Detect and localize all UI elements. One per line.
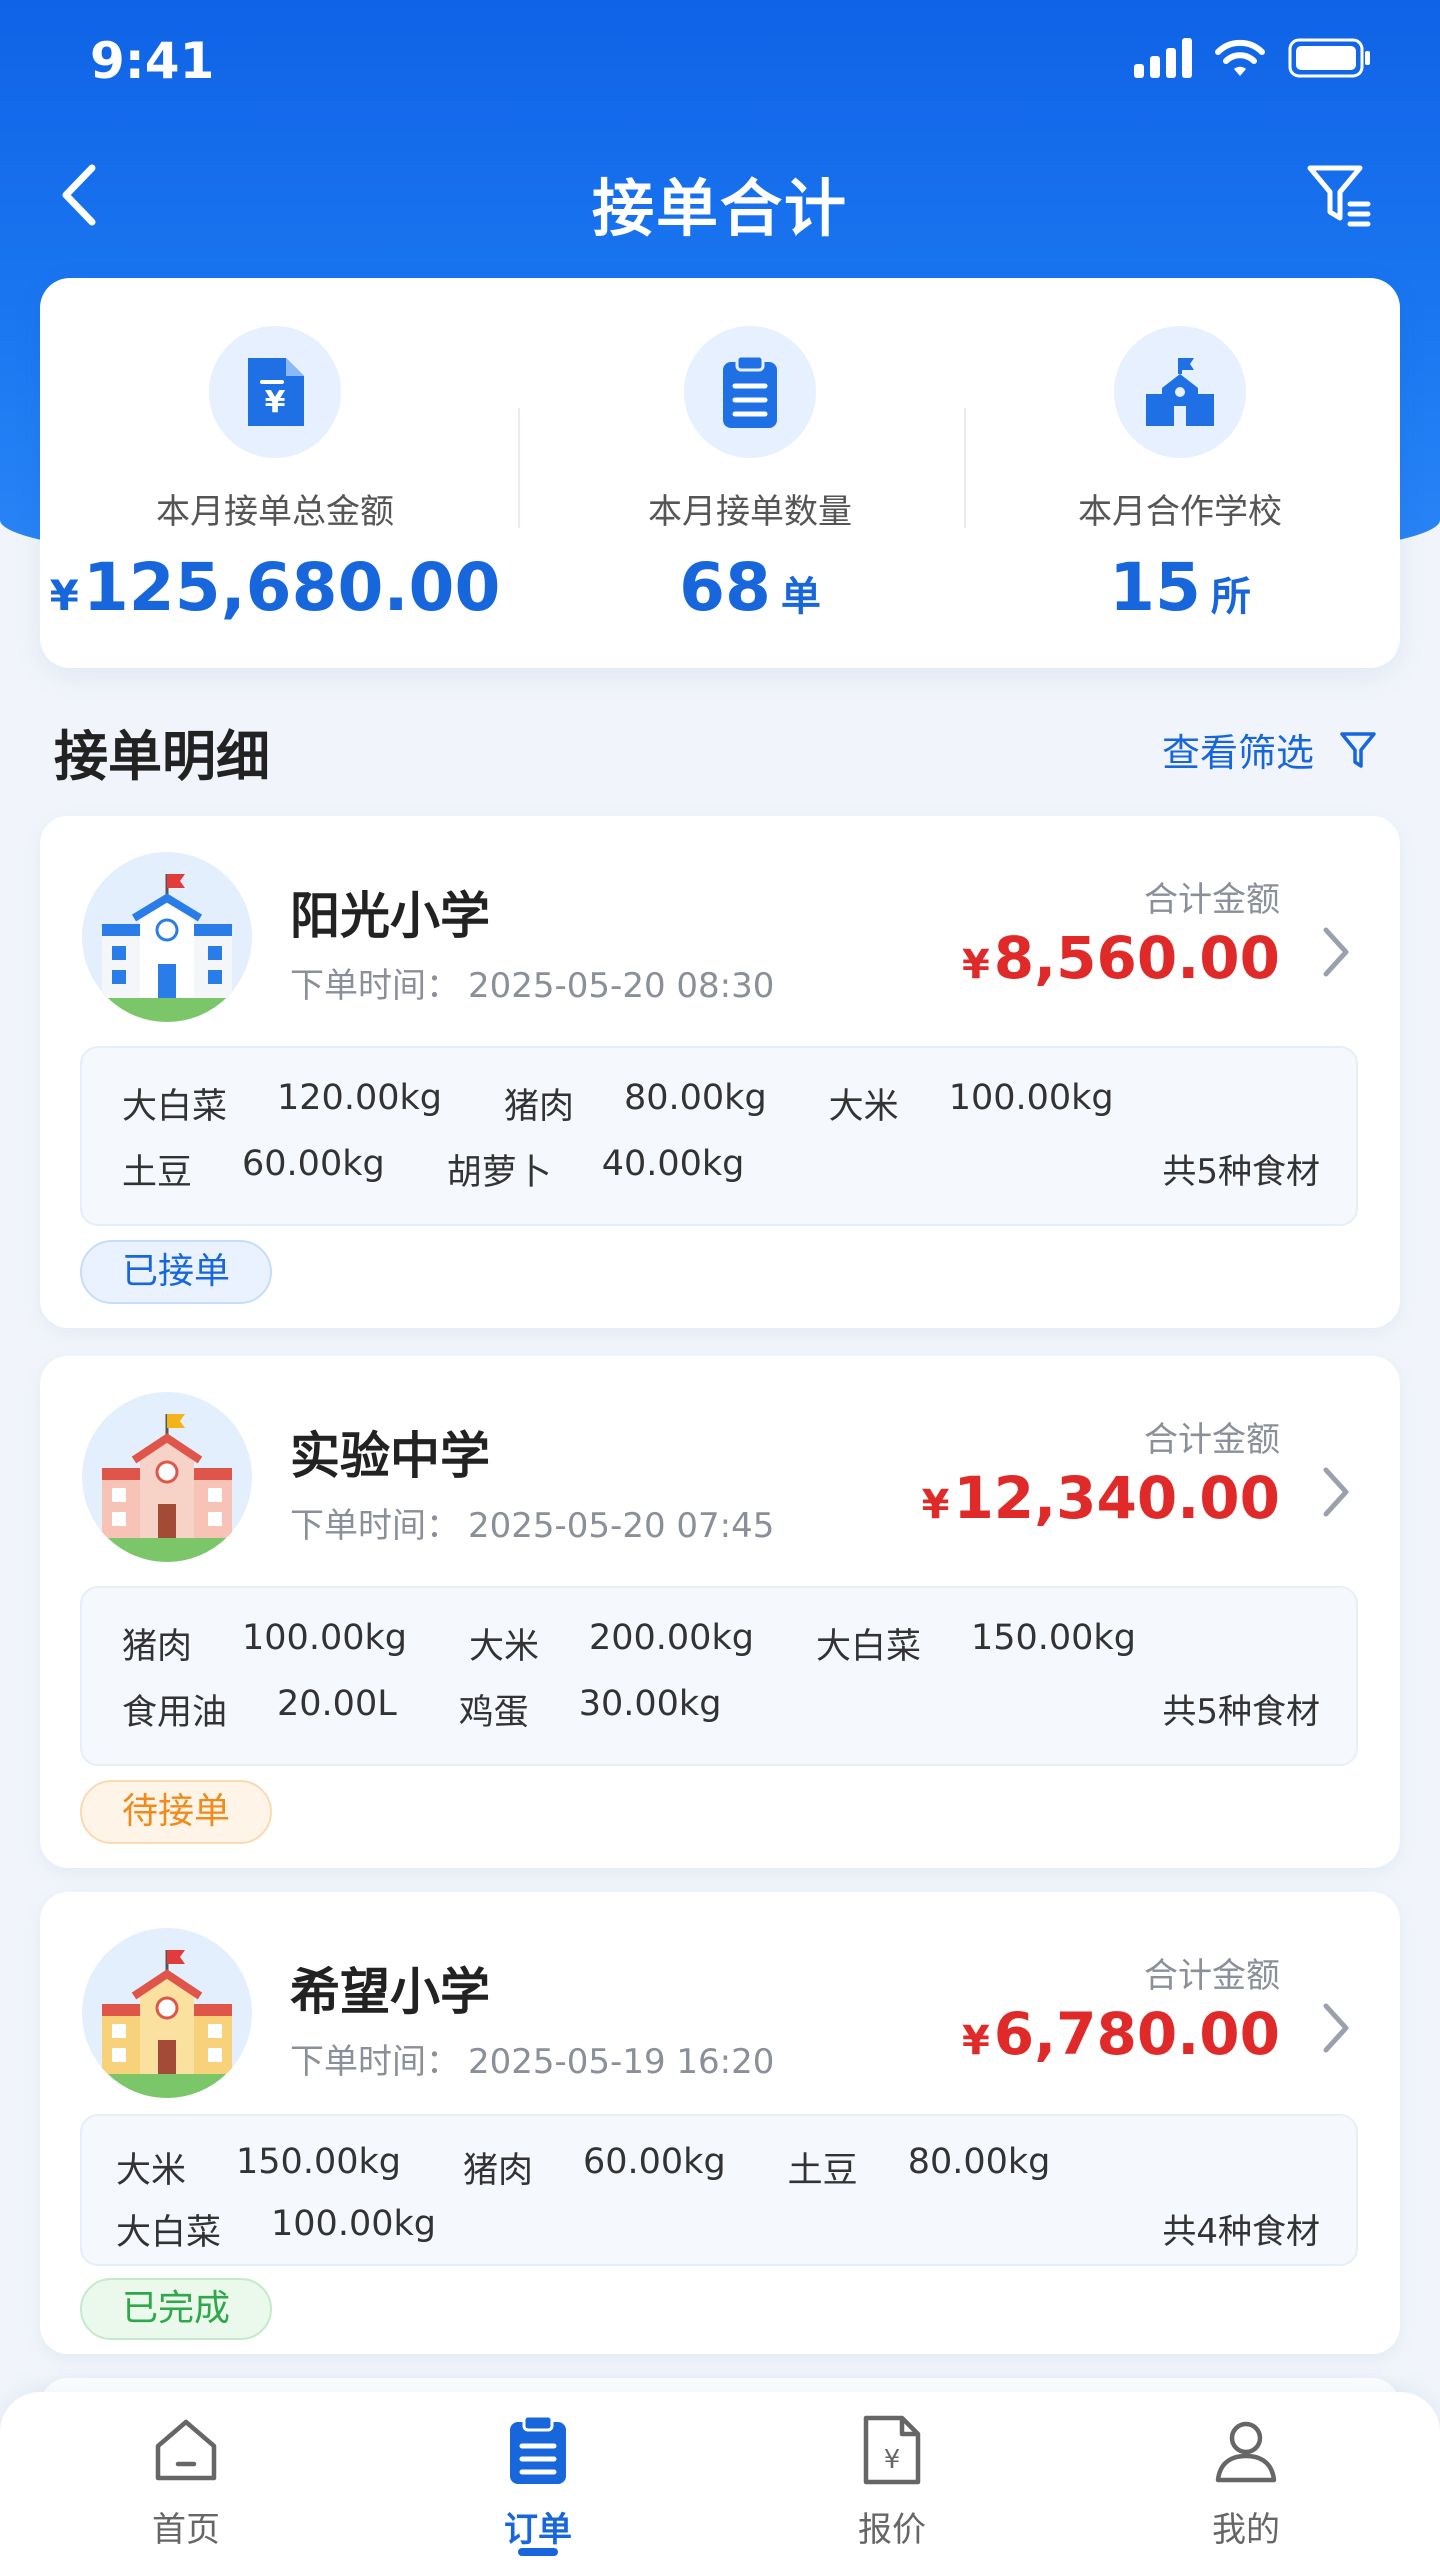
status-time: 9:41 bbox=[90, 32, 215, 90]
summary-amount: ¥ 本月接单总金额 ¥125,680.00 bbox=[40, 278, 510, 668]
tab-home-label: 首页 bbox=[152, 2510, 220, 2550]
ingredient-item: 大米 100.00kg bbox=[828, 1078, 1114, 1127]
school-illustration-icon bbox=[82, 1950, 252, 2098]
tab-quote[interactable]: ¥ 报价 bbox=[792, 2410, 992, 2551]
ingredient-item: 土豆 80.00kg bbox=[787, 2142, 1051, 2191]
ingredient-item: 大米 150.00kg bbox=[116, 2142, 401, 2191]
school-building-icon bbox=[1114, 326, 1246, 458]
total-label: 合计金额 bbox=[1144, 1420, 1280, 1460]
svg-text:¥: ¥ bbox=[265, 385, 286, 420]
school-illustration-icon bbox=[82, 874, 252, 1022]
order-time: 下单时间： 2025-05-20 08:30 bbox=[290, 966, 775, 1006]
ingredient-item: 胡萝卜 40.00kg bbox=[446, 1144, 745, 1193]
ingredient-list: 大白菜 120.00kg 猪肉 80.00kg 大米 100.00kg 土豆 60.00… bbox=[80, 1046, 1358, 1226]
ingredient-item: 食用油 20.00L bbox=[122, 1684, 397, 1733]
school-avatar bbox=[82, 852, 252, 1022]
tab-home[interactable]: 首页 bbox=[86, 2410, 286, 2551]
ingredient-count: 共5种食材 bbox=[1162, 1692, 1320, 1732]
filter-view-label: 查看筛选 bbox=[1161, 731, 1314, 775]
status-badge: 已完成 bbox=[80, 2278, 273, 2340]
ingredient-row: 大白菜 100.00kg bbox=[116, 2204, 498, 2255]
ingredient-item: 鸡蛋 30.00kg bbox=[458, 1684, 722, 1733]
wifi-icon bbox=[1214, 38, 1266, 78]
ingredient-item: 土豆 60.00kg bbox=[122, 1144, 385, 1193]
svg-text:¥: ¥ bbox=[884, 2445, 901, 2475]
tab-orders-label: 订单 bbox=[504, 2510, 572, 2550]
school-name: 实验中学 bbox=[290, 1427, 490, 1485]
ingredient-item: 猪肉 60.00kg bbox=[462, 2142, 726, 2191]
ingredient-row: 大白菜 120.00kg 猪肉 80.00kg 大米 100.00kg bbox=[122, 1078, 1176, 1129]
order-time: 下单时间： 2025-05-19 16:20 bbox=[290, 2042, 775, 2082]
battery-icon bbox=[1288, 38, 1372, 78]
summary-count: 本月接单数量 68 单 bbox=[520, 278, 980, 668]
school-avatar bbox=[82, 1928, 252, 2098]
ingredient-list: 猪肉 100.00kg 大米 200.00kg 大白菜 150.00kg 食用油 20.… bbox=[80, 1586, 1358, 1766]
filter-view-link[interactable]: 查看筛选 bbox=[1162, 722, 1378, 777]
filter-list-icon bbox=[1307, 165, 1371, 227]
total-label: 合计金额 bbox=[1144, 1956, 1280, 1996]
summary-amount-value: ¥125,680.00 bbox=[49, 549, 501, 626]
ingredient-row: 食用油 20.00L 鸡蛋 30.00kg bbox=[122, 1684, 783, 1735]
navigation-bar: 接单合计 bbox=[0, 140, 1440, 250]
chevron-right-icon[interactable] bbox=[1316, 922, 1356, 982]
order-icon bbox=[498, 2410, 578, 2490]
summary-schools: 本月合作学校 15 所 bbox=[970, 278, 1390, 668]
summary-card: ¥ 本月接单总金额 ¥125,680.00 本月接单数量 68 单 本月合作学校 … bbox=[40, 278, 1400, 668]
total-amount: ¥12,340.00 bbox=[921, 1464, 1280, 1532]
ingredient-item: 大白菜 120.00kg bbox=[122, 1078, 442, 1127]
ingredient-row: 猪肉 100.00kg 大米 200.00kg 大白菜 150.00kg bbox=[122, 1618, 1198, 1669]
tab-quote-label: 报价 bbox=[858, 2510, 926, 2550]
ingredient-count: 共5种食材 bbox=[1162, 1152, 1320, 1192]
tab-profile[interactable]: 我的 bbox=[1146, 2410, 1346, 2551]
summary-schools-label: 本月合作学校 bbox=[1078, 492, 1282, 532]
section-title: 接单明细 bbox=[54, 725, 270, 788]
tab-orders[interactable]: 订单 bbox=[438, 2410, 638, 2551]
quote-icon: ¥ bbox=[852, 2410, 932, 2490]
order-time: 下单时间： 2025-05-20 07:45 bbox=[290, 1506, 775, 1546]
status-icons bbox=[1134, 38, 1372, 78]
school-name: 阳光小学 bbox=[290, 887, 490, 945]
ingredient-row: 大米 150.00kg 猪肉 60.00kg 土豆 80.00kg bbox=[116, 2142, 1112, 2193]
ingredient-item: 大米 200.00kg bbox=[468, 1618, 754, 1667]
status-badge: 已接单 bbox=[80, 1240, 273, 1304]
ingredient-list: 大米 150.00kg 猪肉 60.00kg 土豆 80.00kg 大白菜 100.00… bbox=[80, 2114, 1358, 2266]
summary-divider bbox=[964, 408, 966, 528]
cellular-signal-icon bbox=[1134, 38, 1192, 78]
summary-count-value: 68 单 bbox=[679, 549, 821, 626]
ingredient-item: 大白菜 100.00kg bbox=[116, 2204, 436, 2253]
summary-count-label: 本月接单数量 bbox=[648, 492, 852, 532]
invoice-yuan-icon: ¥ bbox=[209, 326, 341, 458]
ingredient-row: 土豆 60.00kg 胡萝卜 40.00kg bbox=[122, 1144, 806, 1195]
summary-amount-label: 本月接单总金额 bbox=[156, 492, 394, 532]
school-avatar bbox=[82, 1392, 252, 1562]
status-bar: 9:41 bbox=[0, 0, 1440, 120]
summary-schools-value: 15 所 bbox=[1109, 549, 1251, 626]
page-title: 接单合计 bbox=[591, 172, 848, 245]
clipboard-icon bbox=[684, 326, 816, 458]
tab-profile-label: 我的 bbox=[1212, 2510, 1280, 2550]
order-card[interactable]: 实验中学 下单时间： 2025-05-20 07:45 合计金额 ¥12,340.… bbox=[40, 1356, 1400, 1868]
ingredient-item: 猪肉 80.00kg bbox=[503, 1078, 767, 1127]
ingredient-item: 大白菜 150.00kg bbox=[815, 1618, 1136, 1667]
active-tab-indicator bbox=[518, 2548, 558, 2556]
total-amount: ¥6,780.00 bbox=[961, 2000, 1280, 2068]
home-icon bbox=[146, 2410, 226, 2490]
order-card[interactable]: 阳光小学 下单时间： 2025-05-20 08:30 合计金额 ¥8,560.0… bbox=[40, 816, 1400, 1328]
user-icon bbox=[1206, 2410, 1286, 2490]
school-name: 希望小学 bbox=[290, 1963, 490, 2021]
chevron-right-icon[interactable] bbox=[1316, 1462, 1356, 1522]
status-badge: 待接单 bbox=[80, 1780, 273, 1844]
ingredient-item: 猪肉 100.00kg bbox=[122, 1618, 407, 1667]
filter-button[interactable] bbox=[1304, 160, 1374, 230]
filter-icon bbox=[1340, 731, 1376, 768]
ingredient-count: 共4种食材 bbox=[1162, 2212, 1320, 2252]
total-amount: ¥8,560.00 bbox=[961, 924, 1280, 992]
total-label: 合计金额 bbox=[1144, 880, 1280, 920]
school-illustration-icon bbox=[82, 1414, 252, 1562]
chevron-right-icon[interactable] bbox=[1316, 1998, 1356, 2058]
bottom-tab-bar: 首页 订单 ¥ 报价 我的 bbox=[0, 2392, 1440, 2560]
order-card[interactable]: 希望小学 下单时间： 2025-05-19 16:20 合计金额 ¥6,780.0… bbox=[40, 1892, 1400, 2354]
